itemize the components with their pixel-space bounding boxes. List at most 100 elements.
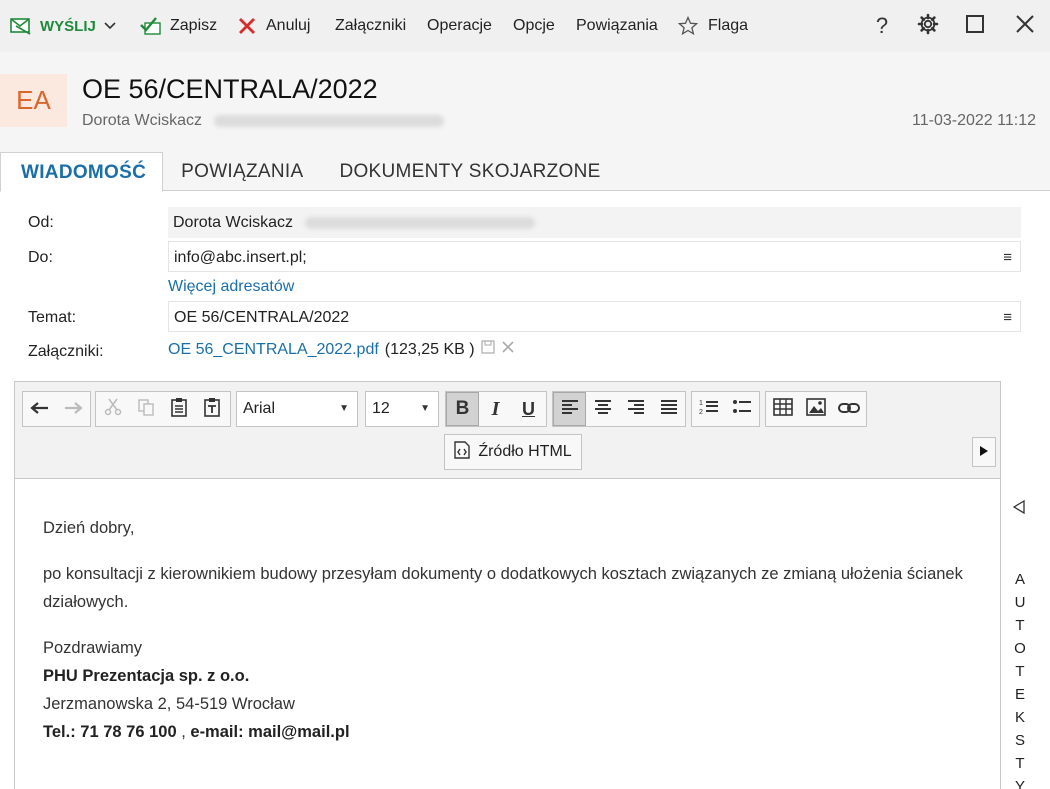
side-letter: U (1014, 594, 1026, 611)
operations-menu-label: Operacje (427, 17, 492, 34)
attachments-menu[interactable]: Załączniki (335, 0, 406, 52)
italic-button[interactable]: I (479, 392, 512, 426)
copy-button[interactable] (129, 392, 162, 426)
to-field[interactable]: info@abc.insert.pl; ≡ (168, 241, 1021, 272)
phone: Tel.: 71 78 76 100 (43, 723, 177, 741)
from-value: Dorota Wciskacz (173, 214, 294, 231)
collapse-side-panel-icon[interactable] (1012, 499, 1025, 517)
align-left-icon (561, 399, 579, 420)
maximize-icon (965, 14, 985, 38)
font-family-select[interactable]: Arial ▼ (236, 391, 358, 427)
message-body[interactable]: Dzień dobry, po konsultacji z kierowniki… (43, 514, 973, 746)
autotexts-panel-tab[interactable]: A U T O T E K S T Y (1013, 568, 1027, 789)
more-recipients-link[interactable]: Więcej adresatów (168, 278, 294, 296)
paste-text-icon (203, 397, 221, 422)
subject-field[interactable]: OE 56/CENTRALA/2022 ≡ (168, 301, 1021, 332)
chevron-down-icon[interactable] (104, 19, 116, 33)
html-source-button[interactable]: Źródło HTML (444, 434, 582, 470)
cancel-button[interactable]: Anuluj (238, 0, 310, 52)
tab-relations[interactable]: POWIĄZANIA (163, 152, 321, 191)
align-center-button[interactable] (586, 392, 619, 426)
paste-button[interactable] (162, 392, 195, 426)
insert-image-button[interactable] (799, 392, 832, 426)
company-address: Jerzmanowska 2, 54-519 Wrocław (43, 695, 295, 713)
insert-table-button[interactable] (766, 392, 799, 426)
to-label: Do: (28, 249, 53, 266)
avatar: EA (0, 74, 67, 127)
image-icon (805, 397, 826, 421)
settings-button[interactable] (914, 0, 942, 52)
contact-line: Tel.: 71 78 76 100 , e-mail: mail@mail.p… (43, 718, 973, 746)
operations-menu[interactable]: Operacje (427, 0, 492, 52)
bullet-list-button[interactable] (725, 392, 758, 426)
flag-label: Flaga (708, 17, 749, 34)
save-disk-icon[interactable] (481, 340, 495, 359)
to-value: info@abc.insert.pl; (174, 249, 307, 266)
bullet-list-icon (732, 398, 752, 421)
help-icon: ? (875, 13, 889, 38)
tab-message[interactable]: WIADOMOŚĆ (0, 152, 164, 192)
save-label: Zapisz (170, 17, 218, 34)
close-button[interactable] (1012, 0, 1038, 52)
font-size-value: 12 (372, 400, 390, 417)
redo-button[interactable] (56, 392, 89, 426)
flag-button[interactable]: Flaga (678, 0, 748, 52)
subject-menu-icon[interactable]: ≡ (1003, 302, 1012, 333)
signature: Pozdrawiamy PHU Prezentacja sp. z o.o. J… (43, 634, 973, 746)
align-center-icon (594, 399, 612, 420)
cut-button[interactable] (96, 392, 129, 426)
align-right-button[interactable] (619, 392, 652, 426)
bold-icon: B (455, 398, 470, 419)
sender-name: Dorota Wciskacz (82, 112, 203, 129)
italic-icon: I (491, 397, 500, 420)
closing: Pozdrawiamy (43, 639, 143, 657)
link-icon (837, 399, 860, 420)
chevron-down-icon: ▼ (420, 403, 430, 414)
side-letter: S (1014, 732, 1025, 749)
message-header: EA OE 56/CENTRALA/2022 Dorota Wciskacz 1… (0, 52, 1050, 154)
paste-icon (170, 397, 188, 422)
html-source-label: Źródło HTML (478, 443, 572, 460)
undo-button[interactable] (23, 392, 56, 426)
numbered-list-icon: 12 (699, 398, 719, 421)
numbered-list-button[interactable]: 12 (692, 392, 725, 426)
alignment-group (552, 391, 686, 427)
insert-link-button[interactable] (832, 392, 865, 426)
expand-toolbar-button[interactable] (972, 437, 996, 467)
maximize-button[interactable] (962, 0, 988, 52)
options-menu[interactable]: Opcje (513, 0, 555, 52)
tab-associated-documents[interactable]: DOKUMENTY SKOJARZONE (321, 152, 618, 191)
bold-button[interactable]: B (446, 392, 479, 426)
attachment-link[interactable]: OE 56_CENTRALA_2022.pdf (168, 341, 379, 359)
font-size-select[interactable]: 12 ▼ (365, 391, 439, 427)
close-icon (1015, 14, 1035, 38)
paste-plain-button[interactable] (195, 392, 228, 426)
align-left-button[interactable] (553, 392, 586, 426)
redo-icon (63, 399, 83, 420)
save-button[interactable]: Zapisz (140, 0, 217, 52)
chevron-down-icon: ▼ (339, 403, 349, 414)
align-justify-button[interactable] (652, 392, 685, 426)
relations-menu-label: Powiązania (576, 17, 658, 34)
close-red-icon (238, 17, 256, 35)
delete-attachment-icon[interactable] (501, 340, 515, 359)
svg-text:2: 2 (699, 409, 703, 416)
send-mail-icon (10, 16, 32, 36)
send-label: WYŚLIJ (40, 17, 96, 35)
underline-button[interactable]: U (512, 392, 545, 426)
gear-icon (917, 13, 939, 39)
cancel-label: Anuluj (266, 17, 311, 34)
clipboard-group (95, 391, 231, 427)
relations-menu[interactable]: Powiązania (576, 0, 658, 52)
help-button[interactable]: ? (868, 0, 896, 52)
tab-bar: WIADOMOŚĆ POWIĄZANIA DOKUMENTY SKOJARZON… (0, 152, 1050, 192)
options-menu-label: Opcje (513, 17, 555, 34)
from-field: Dorota Wciskacz (168, 207, 1021, 238)
attachment-size: (123,25 KB ) (384, 340, 475, 358)
send-button[interactable]: WYŚLIJ (10, 0, 116, 52)
editor-toolbar: Arial ▼ 12 ▼ B I U 1 2 Źródło HTML (15, 382, 1000, 479)
contact-separator: , (176, 723, 191, 741)
to-menu-icon[interactable]: ≡ (1003, 242, 1012, 273)
blurred-email (305, 216, 536, 229)
copy-icon (137, 398, 155, 421)
